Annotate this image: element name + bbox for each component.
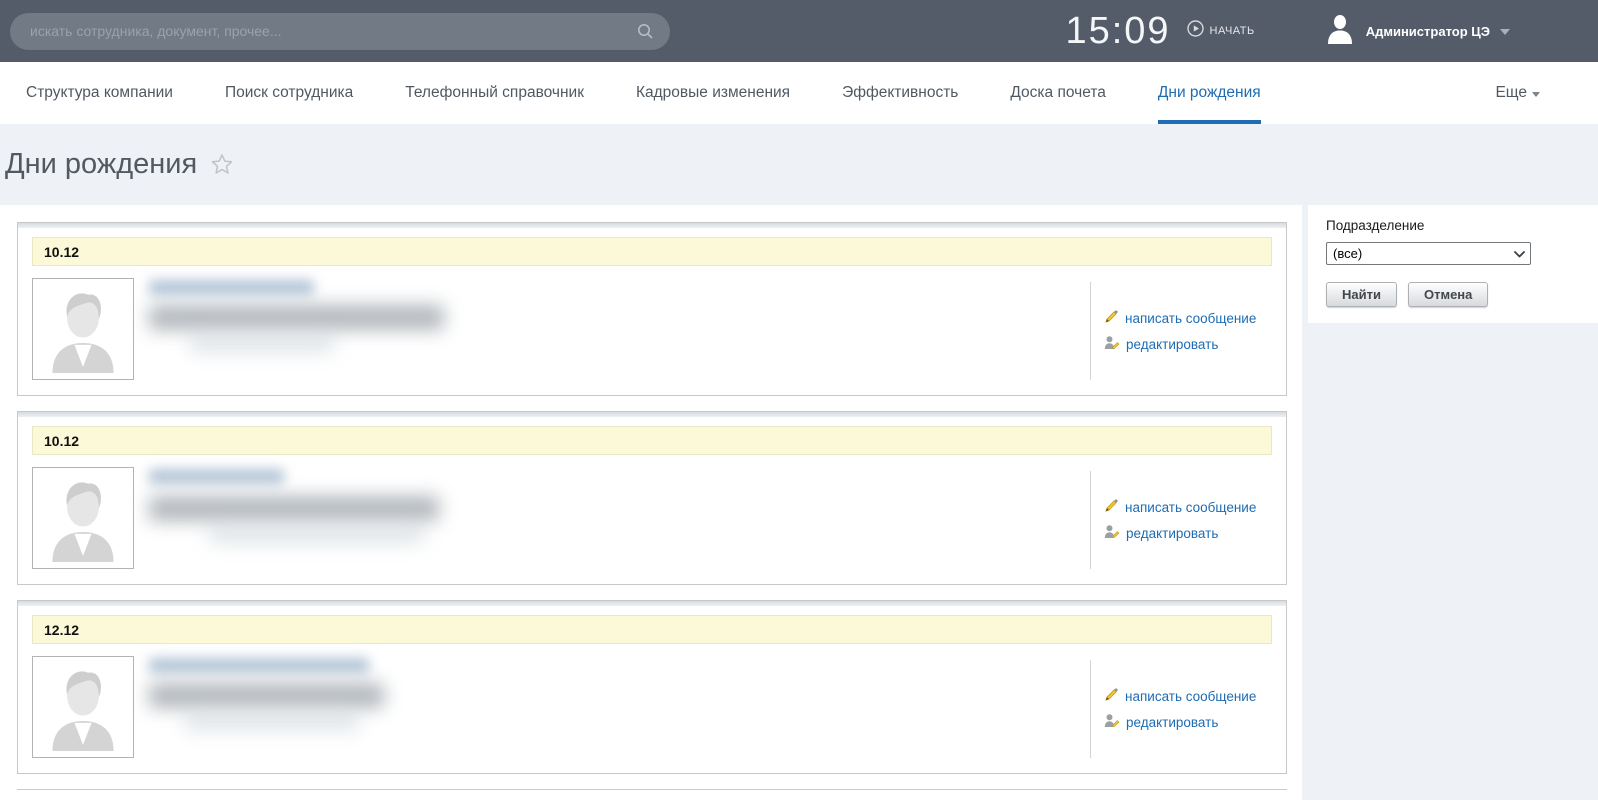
start-work-button[interactable]: НАЧАТЬ — [1187, 20, 1255, 42]
birthday-card: 12.12 — [17, 600, 1287, 774]
user-name: Администратор ЦЭ — [1366, 24, 1490, 39]
play-icon — [1187, 20, 1204, 42]
tab-company-structure[interactable]: Структура компании — [26, 62, 173, 124]
search-icon[interactable] — [636, 22, 654, 40]
write-message-label: написать сообщение — [1125, 500, 1256, 515]
pencil-icon — [1104, 498, 1119, 516]
birthday-list: 10.12 — [17, 222, 1287, 790]
find-button[interactable]: Найти — [1326, 282, 1397, 307]
caret-down-icon — [1532, 84, 1540, 102]
employee-name-blurred[interactable] — [149, 658, 369, 673]
birthday-card: 10.12 — [17, 411, 1287, 585]
card-actions: написать сообщение — [1090, 471, 1272, 569]
pencil-icon — [1104, 687, 1119, 705]
tab-more[interactable]: Еще — [1495, 62, 1540, 124]
employee-name-blurred[interactable] — [149, 280, 314, 295]
top-header: 15:09 НАЧАТЬ Администратор ЦЭ — [0, 0, 1598, 62]
edit-label: редактировать — [1126, 526, 1218, 541]
more-label: Еще — [1495, 84, 1527, 102]
content-area: 10.12 — [0, 205, 1598, 800]
edit-link[interactable]: редактировать — [1104, 524, 1272, 542]
tab-honor-board[interactable]: Доска почета — [1010, 62, 1106, 124]
employee-info-blurred — [134, 467, 1090, 569]
write-message-label: написать сообщение — [1125, 311, 1256, 326]
write-message-label: написать сообщение — [1125, 689, 1256, 704]
edit-person-icon — [1104, 524, 1120, 542]
employee-info-blurred — [134, 278, 1090, 380]
right-sidebar: Подразделение (все) Найти Отмена — [1302, 205, 1598, 800]
user-menu[interactable]: Администратор ЦЭ — [1327, 14, 1510, 49]
employee-photo[interactable] — [32, 656, 134, 758]
filter-panel: Подразделение (все) Найти Отмена — [1308, 205, 1598, 323]
employee-position-blurred — [149, 305, 444, 330]
tab-phone-directory[interactable]: Телефонный справочник — [405, 62, 584, 124]
title-band: Дни рождения — [0, 124, 1598, 205]
chevron-down-icon — [1500, 22, 1510, 40]
employee-detail-blurred — [184, 714, 359, 730]
edit-person-icon — [1104, 713, 1120, 731]
favorite-star-icon[interactable] — [210, 152, 234, 181]
birthday-date: 10.12 — [32, 426, 1272, 455]
tab-birthdays[interactable]: Дни рождения — [1158, 62, 1261, 124]
pencil-icon — [1104, 309, 1119, 327]
card-actions: написать сообщение — [1090, 282, 1272, 380]
cancel-button[interactable]: Отмена — [1408, 282, 1488, 307]
select-chevron-icon — [1514, 246, 1525, 261]
birthday-date: 10.12 — [32, 237, 1272, 266]
employee-photo[interactable] — [32, 278, 134, 380]
employee-position-blurred — [149, 683, 384, 708]
edit-link[interactable]: редактировать — [1104, 713, 1272, 731]
employee-position-blurred — [149, 496, 439, 521]
employee-detail-blurred — [189, 336, 334, 352]
write-message-link[interactable]: написать сообщение — [1104, 687, 1272, 705]
department-select-value: (все) — [1333, 246, 1362, 261]
edit-label: редактировать — [1126, 337, 1218, 352]
birthday-card: 10.12 — [17, 222, 1287, 396]
tab-employee-search[interactable]: Поиск сотрудника — [225, 62, 353, 124]
search-input[interactable] — [30, 23, 636, 39]
employee-info-blurred — [134, 656, 1090, 758]
global-search[interactable] — [10, 13, 670, 50]
tab-efficiency[interactable]: Эффективность — [842, 62, 958, 124]
user-avatar-icon — [1327, 14, 1353, 49]
write-message-link[interactable]: написать сообщение — [1104, 498, 1272, 516]
main-nav: Структура компании Поиск сотрудника Теле… — [0, 62, 1598, 124]
tab-hr-changes[interactable]: Кадровые изменения — [636, 62, 790, 124]
edit-label: редактировать — [1126, 715, 1218, 730]
main-column: 10.12 — [0, 205, 1302, 800]
employee-detail-blurred — [209, 527, 424, 543]
write-message-link[interactable]: написать сообщение — [1104, 309, 1272, 327]
edit-person-icon — [1104, 335, 1120, 353]
employee-photo[interactable] — [32, 467, 134, 569]
employee-name-blurred[interactable] — [149, 469, 284, 484]
edit-link[interactable]: редактировать — [1104, 335, 1272, 353]
start-label: НАЧАТЬ — [1210, 25, 1255, 37]
card-actions: написать сообщение — [1090, 660, 1272, 758]
page-title: Дни рождения — [5, 148, 197, 181]
clock: 15:09 — [1065, 10, 1170, 53]
department-select[interactable]: (все) — [1326, 242, 1531, 265]
department-filter-label: Подразделение — [1326, 218, 1580, 233]
birthday-date: 12.12 — [32, 615, 1272, 644]
